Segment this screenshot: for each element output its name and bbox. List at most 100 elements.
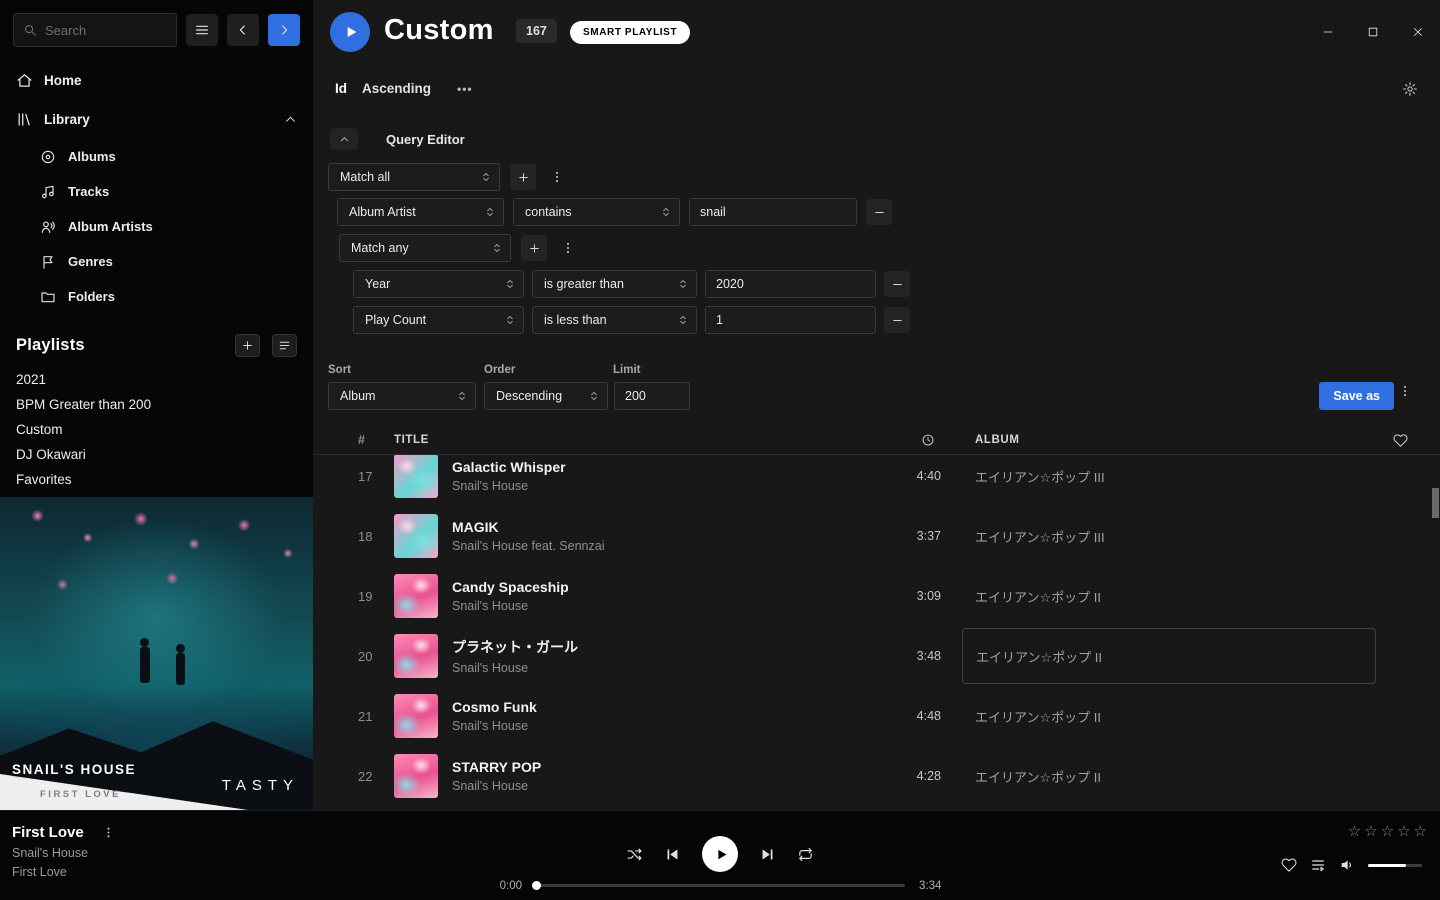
track-row[interactable]: 19 Candy Spaceship Snail's House 3:09 エイ… <box>313 566 1440 626</box>
sidebar-item-folders[interactable]: Folders <box>0 279 313 314</box>
column-album[interactable]: ALBUM <box>975 434 1402 446</box>
now-playing-menu-button[interactable] <box>98 826 119 839</box>
close-button[interactable] <box>1411 25 1425 39</box>
remove-rule-button[interactable] <box>866 199 892 225</box>
track-album-cell[interactable]: エイリアン☆ポップ II <box>975 628 1402 684</box>
track-album[interactable]: エイリアン☆ポップ II <box>975 767 1402 786</box>
previous-button[interactable] <box>664 846 681 863</box>
repeat-button[interactable] <box>797 846 814 863</box>
sidebar-item-tracks[interactable]: Tracks <box>0 174 313 209</box>
select-caret-icon <box>504 314 516 326</box>
table-header: # TITLE ALBUM <box>313 426 1440 455</box>
query-rule-row: Album Artist contains <box>337 198 892 226</box>
sidebar-item-home[interactable]: Home <box>0 61 313 100</box>
remove-rule-button[interactable] <box>884 307 910 333</box>
star-icon[interactable]: ☆ <box>1364 822 1377 840</box>
group-menu-button[interactable] <box>557 241 579 255</box>
order-select[interactable]: Descending <box>484 382 608 410</box>
rule-value-input[interactable] <box>705 270 876 298</box>
column-number[interactable]: # <box>358 433 394 447</box>
sidebar-item-albums[interactable]: Albums <box>0 139 313 174</box>
focused-album-cell[interactable]: エイリアン☆ポップ II <box>962 628 1376 684</box>
scrollbar-handle[interactable] <box>1432 488 1439 518</box>
playlist-item[interactable]: 2021 <box>16 367 297 392</box>
play-pause-button[interactable] <box>702 836 738 872</box>
sidebar-item-album-artists[interactable]: Album Artists <box>0 209 313 244</box>
rule-menu-button[interactable] <box>546 170 568 184</box>
rule-operator-select[interactable]: is greater than <box>532 270 697 298</box>
select-caret-icon <box>491 242 503 254</box>
rule-value-input[interactable] <box>705 306 876 334</box>
maximize-button[interactable] <box>1366 25 1380 39</box>
remove-rule-button[interactable] <box>884 271 910 297</box>
playlist-list-button[interactable] <box>272 334 297 357</box>
playlists-section: Playlists 2021 BPM Greater than 200 Cust… <box>0 334 313 492</box>
minimize-button[interactable] <box>1321 25 1335 39</box>
column-duration[interactable] <box>851 433 941 447</box>
favorite-button[interactable] <box>1281 857 1297 873</box>
play-playlist-button[interactable] <box>330 12 370 52</box>
track-album[interactable]: エイリアン☆ポップ II <box>975 587 1402 606</box>
playlist-item[interactable]: Favorites <box>16 467 297 492</box>
match-mode-select[interactable]: Match all <box>328 163 500 191</box>
nav-back-button[interactable] <box>227 14 259 46</box>
playlist-item[interactable]: BPM Greater than 200 <box>16 392 297 417</box>
track-row[interactable]: 22 STARRY POP Snail's House 4:28 エイリアン☆ポ… <box>313 746 1440 806</box>
track-album[interactable]: エイリアン☆ポップ III <box>975 467 1402 486</box>
playlist-item[interactable]: DJ Okawari <box>16 442 297 467</box>
rule-operator-select[interactable]: is less than <box>532 306 697 334</box>
search-box[interactable] <box>13 13 177 47</box>
star-icon[interactable]: ☆ <box>1414 822 1427 840</box>
sort-direction-button[interactable]: Ascending <box>362 81 431 96</box>
column-title[interactable]: TITLE <box>394 434 851 446</box>
sidebar-item-genres[interactable]: Genres <box>0 244 313 279</box>
sort-field-button[interactable]: Id <box>335 81 347 96</box>
volume-button[interactable] <box>1339 857 1355 873</box>
track-row[interactable]: 20 プラネット・ガール Snail's House 3:48 エイリアン☆ポッ… <box>313 626 1440 686</box>
add-playlist-button[interactable] <box>235 334 260 357</box>
chevron-right-icon <box>276 22 292 38</box>
add-rule-button[interactable] <box>510 164 536 190</box>
collapse-library-button[interactable] <box>284 113 297 126</box>
next-button[interactable] <box>759 846 776 863</box>
sort-select[interactable]: Album <box>328 382 476 410</box>
column-favorite[interactable] <box>1393 433 1408 448</box>
rule-field-select[interactable]: Year <box>353 270 524 298</box>
rule-field-select[interactable]: Play Count <box>353 306 524 334</box>
shuffle-button[interactable] <box>626 846 643 863</box>
rule-field-select[interactable]: Album Artist <box>337 198 504 226</box>
track-album[interactable]: エイリアン☆ポップ III <box>975 527 1402 546</box>
playlist-item[interactable]: Custom <box>16 417 297 442</box>
group-match-mode-select[interactable]: Match any <box>339 234 511 262</box>
sort-more-button[interactable]: ••• <box>457 82 473 96</box>
track-artist: Snail's House feat. Sennzai <box>452 539 851 553</box>
queue-button[interactable] <box>1310 857 1326 873</box>
rule-operator-select[interactable]: contains <box>513 198 680 226</box>
seek-bar[interactable] <box>535 884 905 887</box>
add-group-rule-button[interactable] <box>521 235 547 261</box>
search-input[interactable] <box>45 23 167 38</box>
menu-button[interactable] <box>186 14 218 46</box>
seek-handle[interactable] <box>532 881 541 890</box>
volume-slider[interactable] <box>1368 864 1422 867</box>
smart-playlist-badge: SMART PLAYLIST <box>570 21 690 44</box>
sidebar-toolbar <box>0 0 313 53</box>
query-rule-row: Year is greater than <box>353 270 910 298</box>
track-row[interactable]: 17 Galactic Whisper Snail's House 4:40 エ… <box>313 446 1440 506</box>
now-playing-info: First Love Snail's House First Love <box>12 824 119 879</box>
limit-input[interactable] <box>614 382 690 410</box>
save-as-button[interactable]: Save as <box>1319 382 1394 410</box>
star-icon[interactable]: ☆ <box>1381 822 1394 840</box>
track-row[interactable]: 18 MAGIK Snail's House feat. Sennzai 3:3… <box>313 506 1440 566</box>
nav-forward-button[interactable] <box>268 14 300 46</box>
album-art-thumbnail <box>394 514 438 558</box>
settings-button[interactable] <box>1402 81 1418 97</box>
rule-value-input[interactable] <box>689 198 857 226</box>
star-icon[interactable]: ☆ <box>1397 822 1410 840</box>
star-icon[interactable]: ☆ <box>1348 822 1361 840</box>
collapse-query-editor-button[interactable] <box>330 128 358 150</box>
track-row[interactable]: 21 Cosmo Funk Snail's House 4:48 エイリアン☆ポ… <box>313 686 1440 746</box>
query-editor-menu-button[interactable] <box>1394 384 1416 398</box>
track-album[interactable]: エイリアン☆ポップ II <box>975 707 1402 726</box>
sidebar-item-library[interactable]: Library <box>0 100 313 139</box>
